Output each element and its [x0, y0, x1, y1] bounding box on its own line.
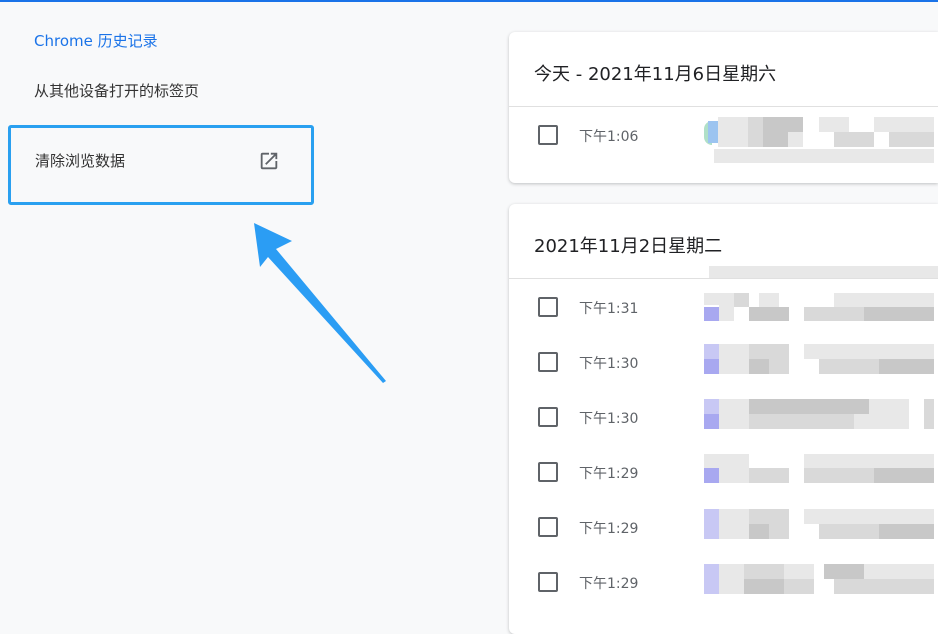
- redacted-entry-content: [704, 564, 938, 600]
- entry-time: 下午1:29: [579, 466, 639, 482]
- entry-checkbox[interactable]: [538, 297, 558, 317]
- group-date: 今天 - 2021年11月6日星期六: [534, 64, 777, 85]
- entry-checkbox[interactable]: [538, 462, 558, 482]
- history-entry[interactable]: 下午1:06: [509, 107, 938, 163]
- entry-time: 下午1:06: [579, 129, 639, 145]
- entry-checkbox[interactable]: [538, 125, 558, 145]
- redacted-entry-content: [704, 454, 938, 490]
- history-entry[interactable]: 下午1:30: [509, 334, 938, 389]
- entry-checkbox[interactable]: [538, 352, 558, 372]
- redacted-entry-content: [704, 289, 938, 325]
- entry-checkbox[interactable]: [538, 517, 558, 537]
- redacted-entry-content: [704, 117, 938, 163]
- redacted-overflow: [709, 266, 938, 278]
- history-group-today: 今天 - 2021年11月6日星期六 下午1:06: [509, 32, 938, 183]
- entry-time: 下午1:29: [579, 521, 639, 537]
- nav-other-devices[interactable]: 从其他设备打开的标签页: [34, 80, 199, 101]
- open-in-new-icon: [260, 152, 278, 170]
- history-entry[interactable]: 下午1:29: [509, 499, 938, 554]
- history-entry[interactable]: 下午1:31: [509, 279, 938, 334]
- clear-browsing-data-label: 清除浏览数据: [35, 152, 126, 170]
- history-entry[interactable]: 下午1:30: [509, 389, 938, 444]
- entry-time: 下午1:30: [579, 411, 639, 427]
- annotation-arrow: [254, 223, 386, 383]
- redacted-entry-content: [704, 399, 938, 435]
- group-header: 2021年11月2日星期二: [509, 204, 938, 279]
- history-group-nov-2: 2021年11月2日星期二 下午1:31 下午1:30 下午1:30 下午1:2…: [509, 204, 938, 634]
- entry-checkbox[interactable]: [538, 407, 558, 427]
- redacted-entry-content: [704, 344, 938, 380]
- history-entry[interactable]: 下午1:29: [509, 554, 938, 609]
- group-header: 今天 - 2021年11月6日星期六: [509, 32, 938, 107]
- entry-time: 下午1:30: [579, 356, 639, 372]
- entry-time: 下午1:31: [579, 301, 639, 317]
- entry-checkbox[interactable]: [538, 572, 558, 592]
- history-entry[interactable]: 下午1:29: [509, 444, 938, 499]
- entry-time: 下午1:29: [579, 576, 639, 592]
- clear-browsing-data-link[interactable]: 清除浏览数据: [8, 125, 314, 205]
- group-date: 2021年11月2日星期二: [534, 236, 723, 257]
- redacted-entry-content: [704, 509, 938, 545]
- app-title: Chrome 历史记录: [34, 32, 158, 50]
